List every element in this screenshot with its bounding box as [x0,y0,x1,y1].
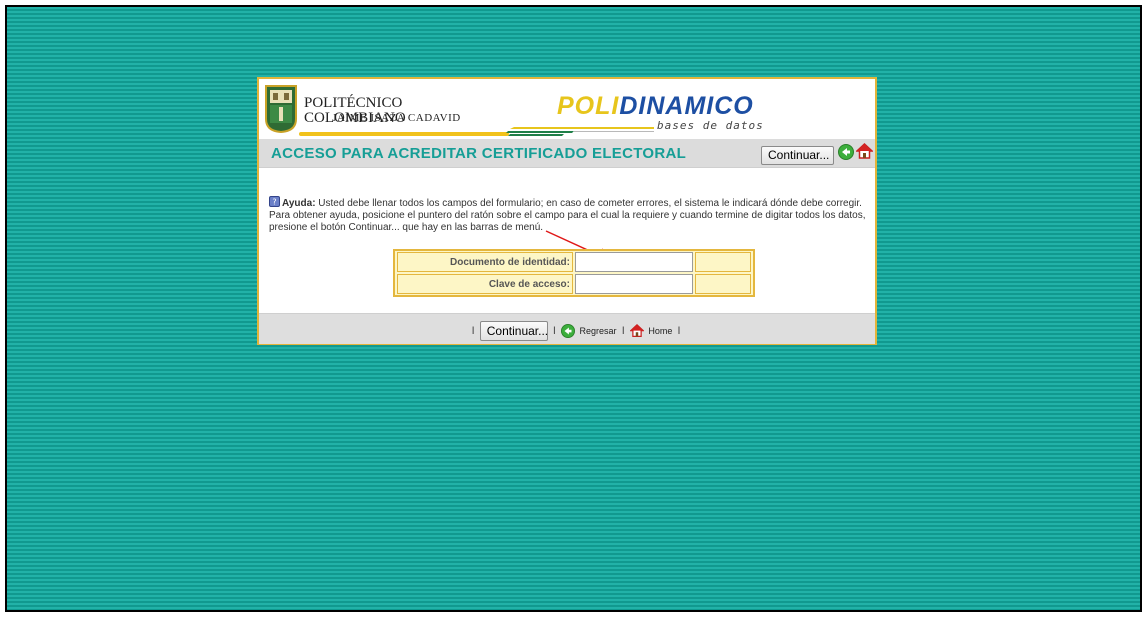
password-input[interactable] [575,274,693,294]
help-text: ? Ayuda: Usted debe llenar todos los cam… [269,196,869,234]
document-input[interactable] [575,252,693,272]
home-icon[interactable] [629,324,644,338]
page-title: ACCESO PARA ACREDITAR CERTIFICADO ELECTO… [271,145,687,162]
logo-subtitle: bases de datos [657,119,764,132]
help-icon: ? [269,196,280,207]
polidinamico-logo: POLIDINAMICO [557,93,754,119]
back-link[interactable]: Regresar [580,326,617,336]
separator: l [553,325,556,337]
form-cell-filler [695,252,751,272]
help-label: Ayuda: [282,198,316,209]
separator: l [472,325,475,337]
password-label: Clave de acceso: [397,274,573,294]
separator: l [622,325,625,337]
institution-subtitle: JAIME ISAZA CADAVID [332,112,461,124]
login-form: Documento de identidad: Clave de acceso: [393,249,755,297]
speed-lines-icon [506,127,654,136]
back-arrow-icon[interactable] [561,324,576,338]
crest-icon [265,85,297,133]
page-panel: POLITÉCNICO COLOMBIANO JAIME ISAZA CADAV… [257,77,877,345]
document-row: Documento de identidad: [397,252,751,272]
logo-part-dinamico: DINAMICO [619,92,754,120]
password-row: Clave de acceso: [397,274,751,294]
separator: l [677,325,681,337]
continue-button-top[interactable]: Continuar... [761,146,834,165]
title-bar: ACCESO PARA ACREDITAR CERTIFICADO ELECTO… [259,139,875,168]
continue-button-bottom[interactable]: Continuar... [479,321,548,341]
gold-divider [299,132,509,136]
form-cell-filler [695,274,751,294]
help-body: Usted debe llenar todos los campos del f… [269,198,866,233]
document-label: Documento de identidad: [397,252,573,272]
svg-text:?: ? [272,198,276,207]
logo-part-poli: POLI [557,92,620,120]
home-icon[interactable] [856,143,873,160]
footer-bar: l Continuar... l Regresar l Home l [259,313,875,344]
desktop-background: POLITÉCNICO COLOMBIANO JAIME ISAZA CADAV… [5,5,1142,612]
home-link[interactable]: Home [648,326,672,336]
brand-header: POLITÉCNICO COLOMBIANO JAIME ISAZA CADAV… [259,79,875,139]
footer-nav: l Continuar... l Regresar l Home l [469,321,683,341]
back-arrow-icon[interactable] [838,144,854,160]
